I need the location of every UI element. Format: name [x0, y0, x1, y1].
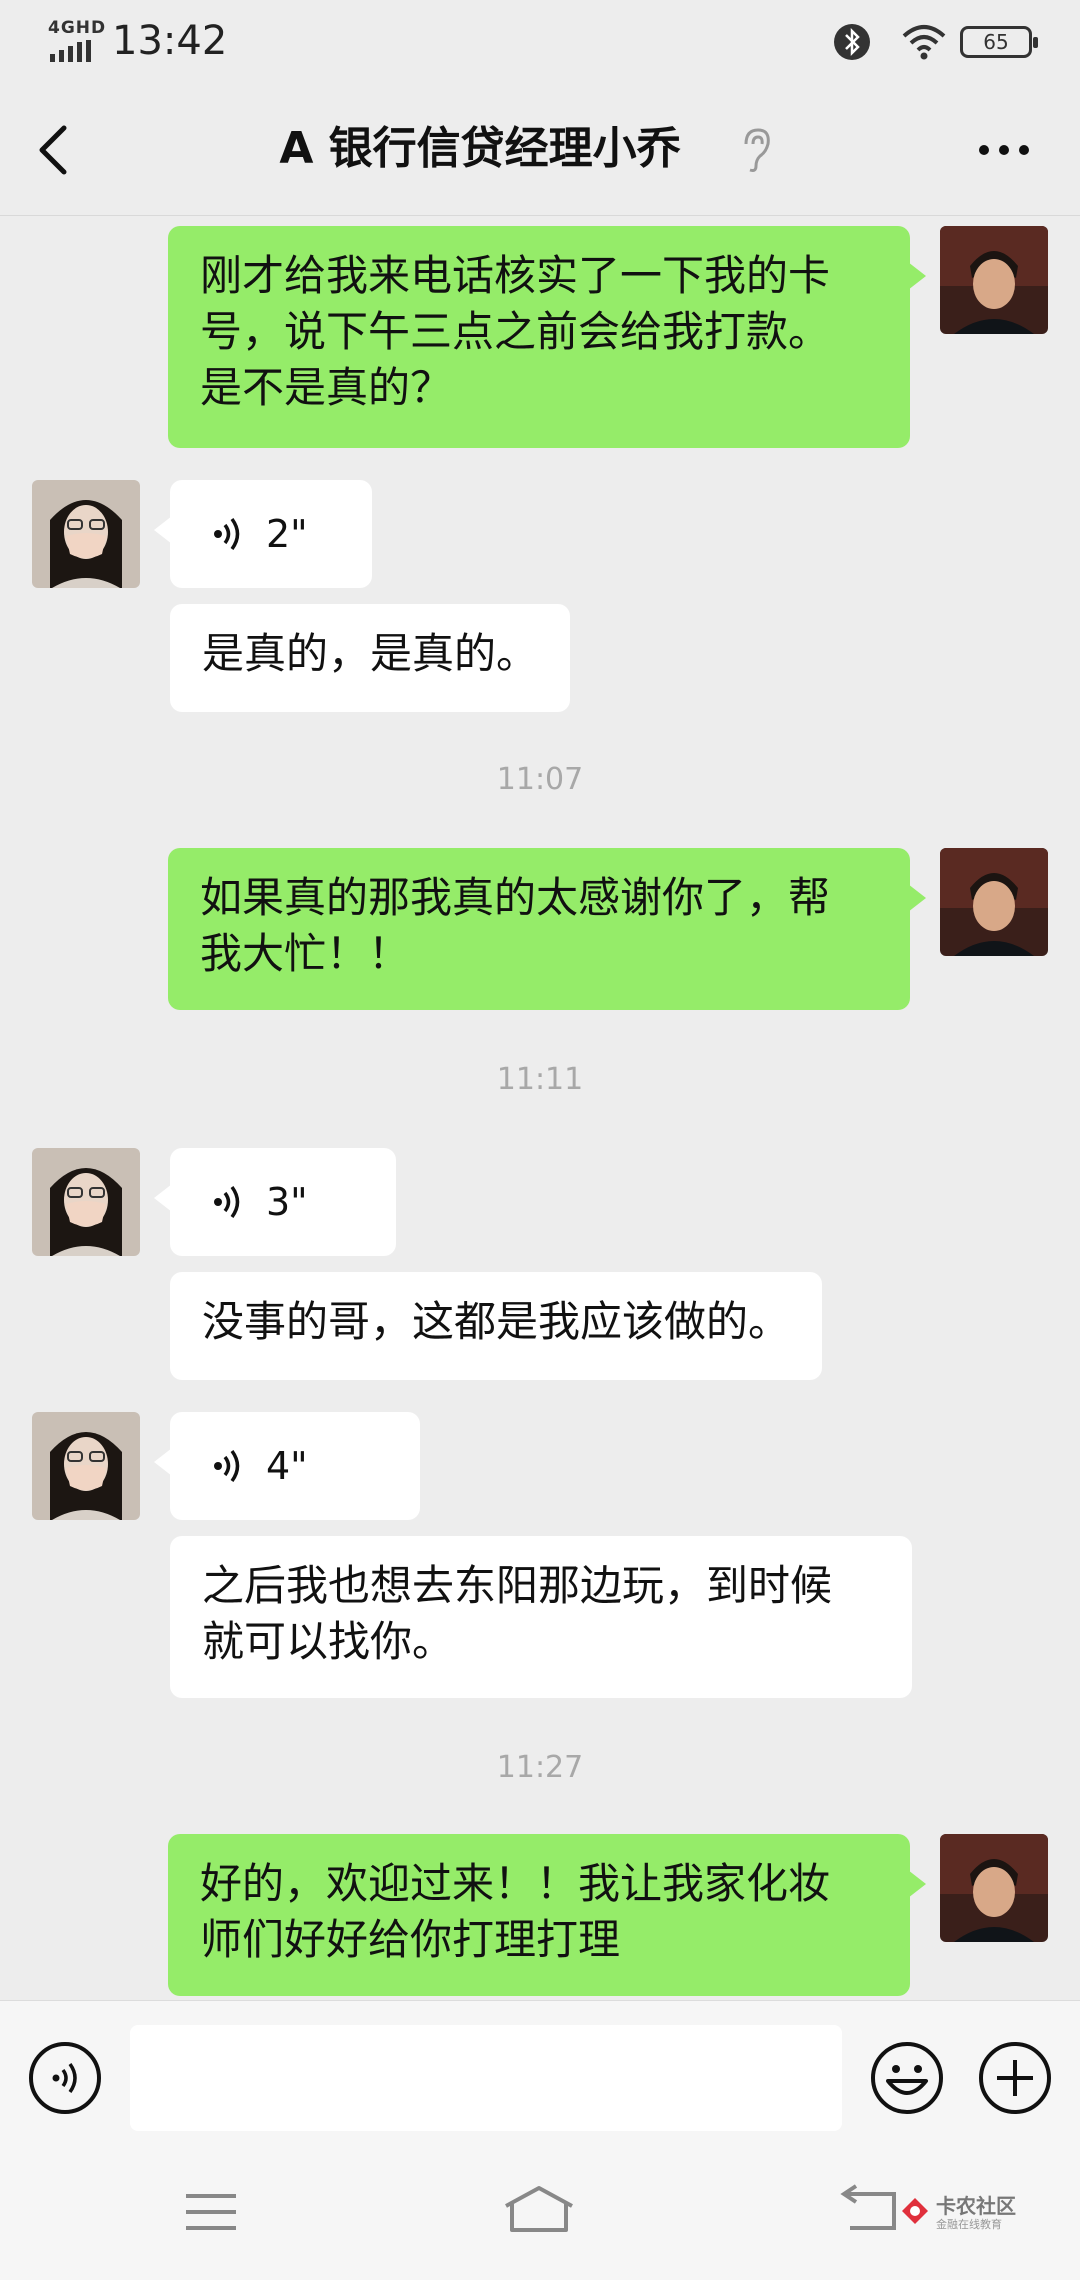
timestamp: 11:27 — [496, 1750, 584, 1785]
menu-icon[interactable] — [184, 2192, 238, 2232]
voice-message[interactable]: 4" — [154, 1412, 420, 1520]
chat-title: A 银行信贷经理小乔 — [279, 123, 681, 174]
message-line: 刚才给我来电话核实了一下我的卡 — [200, 251, 831, 300]
voice-duration: 4" — [266, 1444, 308, 1488]
message-line: 是不是真的？ — [200, 363, 453, 412]
message-line: 是真的，是真的。 — [202, 629, 539, 678]
message-row: 4" — [0, 1412, 1080, 1520]
clock: 13:42 — [112, 18, 228, 64]
home-icon[interactable] — [502, 2184, 576, 2234]
message-line: 没事的哥，这都是我应该做的。 — [202, 1297, 791, 1346]
message-row: 3" — [0, 1148, 1080, 1256]
message-input[interactable] — [130, 2025, 842, 2131]
network-type: 4GHD — [48, 18, 107, 38]
message-line: 就可以找你。 — [202, 1617, 455, 1666]
message-bubble-sent[interactable]: 刚才给我来电话核实了一下我的卡 号，说下午三点之前会给我打款。 是不是真的？ — [168, 226, 926, 448]
battery-indicator: 65 — [960, 26, 1038, 58]
ear-icon — [744, 128, 770, 172]
message-bubble-sent[interactable]: 如果真的那我真的太感谢你了，帮 我大忙！！ — [168, 848, 926, 1010]
voice-wave-icon — [214, 517, 240, 551]
chat-header: A 银行信贷经理小乔 — [0, 84, 1080, 216]
my-avatar[interactable] — [940, 848, 1048, 956]
message-line: 我大忙！！ — [200, 929, 411, 978]
watermark-subtext: 金融在线教育 — [936, 2218, 1002, 2231]
message-line: 如果真的那我真的太感谢你了，帮 — [200, 873, 831, 922]
voice-message[interactable]: 2" — [154, 480, 372, 588]
watermark: 卡农社区 金融在线教育 — [900, 2190, 1050, 2240]
input-bar — [0, 2000, 1080, 2140]
more-icon[interactable] — [976, 136, 1032, 164]
voice-message[interactable]: 3" — [154, 1148, 396, 1256]
my-avatar[interactable] — [940, 1834, 1048, 1942]
message-row: 2" — [0, 480, 1080, 588]
voice-mode-icon[interactable] — [28, 2041, 102, 2115]
emoji-icon[interactable] — [870, 2041, 944, 2115]
status-bar: 4GHD 13:42 65 — [0, 0, 1080, 84]
message-bubble-received[interactable]: 没事的哥，这都是我应该做的。 — [170, 1272, 823, 1380]
message-bubble-sent[interactable]: 好的，欢迎过来！！我让我家化妆 师们好好给你打理打理 — [168, 1834, 926, 1996]
voice-wave-icon — [214, 1185, 240, 1219]
plus-icon[interactable] — [978, 2041, 1052, 2115]
back-icon[interactable] — [30, 122, 76, 178]
nav-back-icon[interactable] — [840, 2184, 898, 2234]
message-line: 师们好好给你打理打理 — [200, 1915, 621, 1964]
signal-icon — [50, 40, 91, 62]
voice-duration: 3" — [266, 1180, 308, 1224]
wifi-icon — [902, 25, 946, 60]
contact-avatar[interactable] — [32, 1148, 140, 1256]
voice-wave-icon — [214, 1449, 240, 1483]
message-line: 好的，欢迎过来！！我让我家化妆 — [200, 1859, 831, 1908]
message-row: 是真的，是真的。 — [0, 604, 1080, 712]
watermark-text: 卡农社区 — [936, 2194, 1016, 2218]
timestamp: 11:07 — [496, 762, 584, 797]
message-bubble-received[interactable]: 之后我也想去东阳那边玩，到时候 就可以找你。 — [170, 1536, 912, 1698]
voice-duration: 2" — [266, 512, 308, 556]
message-line: 之后我也想去东阳那边玩，到时候 — [202, 1561, 833, 1610]
message-row: 好的，欢迎过来！！我让我家化妆 师们好好给你打理打理 — [0, 1834, 1080, 1996]
message-bubble-received[interactable]: 是真的，是真的。 — [170, 604, 571, 712]
message-row: 如果真的那我真的太感谢你了，帮 我大忙！！ — [0, 848, 1080, 1010]
contact-avatar[interactable] — [32, 480, 140, 588]
message-row: 刚才给我来电话核实了一下我的卡 号，说下午三点之前会给我打款。 是不是真的？ — [0, 226, 1080, 448]
bluetooth-icon — [834, 24, 870, 60]
system-nav-bar: 卡农社区 金融在线教育 — [0, 2140, 1080, 2280]
message-line: 号，说下午三点之前会给我打款。 — [200, 307, 831, 356]
contact-avatar[interactable] — [32, 1412, 140, 1520]
message-row: 没事的哥，这都是我应该做的。 — [0, 1272, 1080, 1380]
timestamp: 11:11 — [496, 1062, 584, 1097]
watermark-logo-icon — [902, 2198, 928, 2224]
message-row: 之后我也想去东阳那边玩，到时候 就可以找你。 — [0, 1536, 1080, 1698]
my-avatar[interactable] — [940, 226, 1048, 334]
